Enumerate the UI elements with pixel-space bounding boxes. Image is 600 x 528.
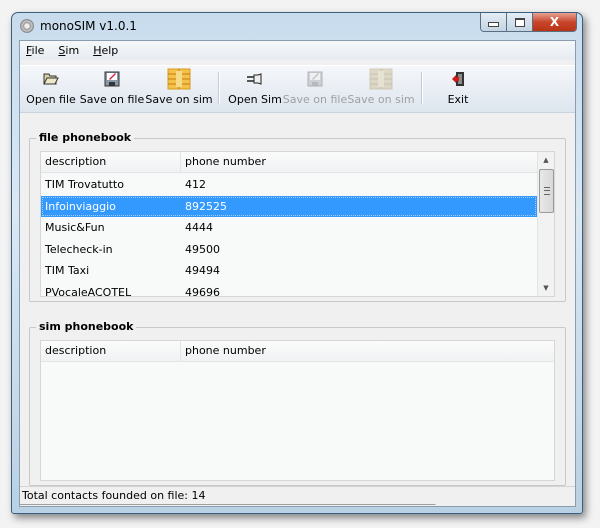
scroll-up-arrow-icon[interactable]: ▲	[538, 152, 554, 168]
cell-phone-number: 892525	[185, 199, 227, 213]
menu-file[interactable]: File	[26, 44, 44, 57]
table-row[interactable]: PVocaleACOTEL 49696	[41, 282, 537, 304]
list-header: description phone number	[41, 152, 537, 173]
cell-phone-number: 49500	[185, 242, 220, 256]
file-phonebook-title: file phonebook	[36, 131, 135, 144]
toolbar-separator	[218, 72, 220, 104]
column-phone-number[interactable]: phone number	[181, 341, 554, 361]
menu-sim-label: im	[65, 44, 80, 57]
open-file-button[interactable]: Open file	[26, 68, 76, 110]
table-row[interactable]: Infoinviaggio 892525	[41, 195, 537, 217]
grip-icon	[543, 187, 550, 195]
close-icon: X	[549, 15, 560, 29]
vertical-scrollbar[interactable]: ▲ ▼	[537, 152, 554, 296]
save-on-file-sim-button[interactable]: Save on file	[282, 68, 348, 110]
window-title: monoSIM v1.0.1	[40, 19, 137, 33]
table-row[interactable]: TIM Taxi 49494	[41, 260, 537, 282]
toolbar: Open file Save on file Save on sim Open	[20, 65, 575, 113]
open-sim-label: Open Sim	[228, 93, 282, 106]
scrollbar-thumb[interactable]	[539, 169, 554, 213]
maximize-button[interactable]	[507, 13, 533, 31]
file-phonebook-group: file phonebook description phone number …	[29, 131, 566, 302]
cell-phone-number: 412	[185, 178, 206, 192]
title-bar[interactable]: monoSIM v1.0.1 X	[12, 13, 582, 41]
toolbar-separator	[421, 72, 423, 104]
menu-help-label: elp	[101, 44, 119, 57]
save-on-sim-label: Save on sim	[145, 93, 213, 106]
floppy-disk-icon	[104, 68, 120, 90]
close-button[interactable]: X	[533, 13, 576, 31]
menu-file-label: ile	[31, 44, 45, 57]
menu-sim[interactable]: Sim	[58, 44, 79, 57]
cell-description: Telecheck-in	[45, 242, 113, 256]
save-on-file-disabled-label: Save on file	[282, 93, 348, 106]
maximize-icon	[514, 17, 525, 27]
exit-button[interactable]: Exit	[438, 68, 478, 110]
save-on-sim-disabled-button[interactable]: Save on sim	[347, 68, 415, 110]
column-phone-number[interactable]: phone number	[181, 152, 537, 172]
sim-chip-icon	[167, 68, 191, 90]
sim-phonebook-list[interactable]: description phone number	[40, 340, 555, 481]
sim-phonebook-title: sim phonebook	[36, 320, 137, 333]
app-icon[interactable]	[20, 19, 34, 33]
list-header: description phone number	[41, 341, 554, 362]
cell-description: TIM Taxi	[45, 264, 90, 278]
cell-phone-number: 49696	[185, 285, 220, 299]
cell-description: TIM Trovatutto	[45, 178, 124, 192]
status-text: Total contacts founded on file: 14	[20, 487, 436, 505]
list-rows: TIM Trovatutto 412 Infoinviaggio 892525 Musi…	[41, 174, 537, 303]
column-description[interactable]: description	[41, 341, 181, 361]
caption-buttons: X	[480, 13, 577, 32]
sim-phonebook-group: sim phonebook description phone number	[29, 320, 566, 486]
open-file-label: Open file	[26, 93, 76, 106]
save-on-sim-disabled-label: Save on sim	[347, 93, 415, 106]
menu-bar: File Sim Help	[20, 41, 575, 60]
exit-door-icon	[451, 68, 465, 90]
client-area: File Sim Help Open file Save on file Sav…	[19, 40, 576, 507]
plug-icon	[246, 68, 264, 90]
cell-description: PVocaleACOTEL	[45, 285, 132, 299]
table-row[interactable]: Telecheck-in 49500	[41, 239, 537, 261]
cell-description: Music&Fun	[45, 221, 105, 235]
save-on-file-label: Save on file	[79, 93, 145, 106]
column-description[interactable]: description	[41, 152, 181, 172]
menu-help[interactable]: Help	[93, 44, 118, 57]
file-phonebook-list[interactable]: description phone number TIM Trovatutto 4…	[40, 151, 555, 299]
folder-open-icon	[43, 68, 59, 90]
exit-label: Exit	[447, 93, 469, 106]
scroll-down-arrow-icon[interactable]: ▼	[538, 280, 554, 296]
cell-phone-number: 4444	[185, 221, 213, 235]
cell-phone-number: 49494	[185, 264, 220, 278]
table-row[interactable]: Music&Fun 4444	[41, 217, 537, 239]
floppy-disk-icon	[307, 68, 323, 90]
minimize-button[interactable]	[481, 13, 507, 31]
status-bar: Total contacts founded on file: 14	[20, 486, 575, 506]
minimize-icon	[488, 22, 499, 27]
open-sim-button[interactable]: Open Sim	[227, 68, 283, 110]
table-row[interactable]: TIM Trovatutto 412	[41, 174, 537, 196]
cell-description: Infoinviaggio	[45, 199, 116, 213]
save-on-file-button[interactable]: Save on file	[79, 68, 145, 110]
main-window: monoSIM v1.0.1 X File Sim Help Open file…	[11, 12, 583, 514]
sim-chip-icon	[369, 68, 393, 90]
save-on-sim-button[interactable]: Save on sim	[145, 68, 213, 110]
